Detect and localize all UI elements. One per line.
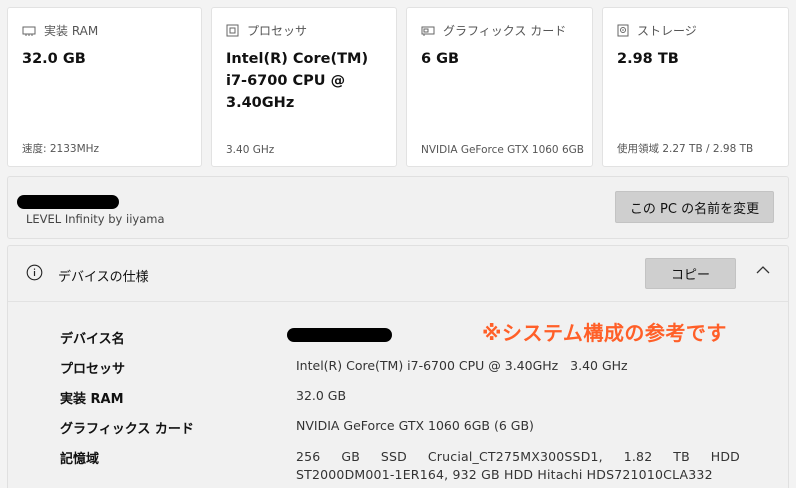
spec-label: デバイス名: [60, 332, 125, 347]
card-value: 32.0 GB: [22, 51, 86, 67]
storage-card: ストレージ 2.98 TB 使用領域 2.27 TB / 2.98 TB: [602, 7, 789, 167]
card-title: ストレージ: [637, 24, 697, 38]
spec-label: プロセッサ: [60, 362, 126, 377]
rename-pc-button[interactable]: この PC の名前を変更: [615, 191, 774, 223]
chevron-up-icon[interactable]: [756, 265, 770, 275]
card-title: 実装 RAM: [44, 24, 99, 38]
redacted-device-name: [287, 328, 392, 342]
spec-value: Intel(R) Core(TM) i7-6700 CPU @ 3.40GHz …: [296, 358, 628, 373]
pc-name-panel: LEVEL Infinity by iiyama この PC の名前を変更: [7, 176, 789, 239]
storage-line: ST2000DM001-1ER164, 932 GB HDD Hitachi H…: [296, 467, 713, 482]
spec-value: 256 GB SSD Crucial_CT275MX300SSD1, 1.82 …: [296, 448, 740, 484]
info-icon: [26, 264, 43, 281]
spec-value: NVIDIA GeForce GTX 1060 6GB (6 GB): [296, 418, 534, 433]
storage-line: 256 GB SSD Crucial_CT275MX300SSD1, 1.82 …: [296, 449, 740, 464]
storage-icon: [617, 24, 629, 37]
card-value: 6 GB: [421, 51, 460, 67]
annotation-note: ※システム構成の参考です: [482, 321, 727, 345]
copy-button[interactable]: コピー: [645, 258, 736, 289]
card-value: Intel(R) Core(TM) i7-6700 CPU @ 3.40GHz: [226, 51, 369, 111]
ram-card: 実装 RAM 32.0 GB 速度: 2133MHz: [7, 7, 202, 167]
pc-model: LEVEL Infinity by iiyama: [26, 212, 165, 226]
graphics-card-icon: [421, 26, 435, 36]
spec-label: グラフィックス カード: [60, 422, 194, 437]
device-specs-panel: デバイスの仕様 コピー ※システム構成の参考です デバイス名 プロセッサ Int…: [7, 245, 789, 488]
card-footer: 使用領域 2.27 TB / 2.98 TB: [617, 143, 754, 155]
device-specs-header[interactable]: デバイスの仕様 コピー: [8, 246, 788, 302]
spec-label: 記憶域: [60, 452, 100, 467]
card-footer: 速度: 2133MHz: [22, 143, 100, 155]
card-title: プロセッサ: [247, 24, 308, 38]
card-footer: 3.40 GHz: [226, 144, 275, 156]
redacted-pc-name: [17, 195, 119, 209]
processor-card: プロセッサ Intel(R) Core(TM) i7-6700 CPU @ 3.…: [211, 7, 397, 167]
processor-icon: [226, 24, 239, 37]
card-title: グラフィックス カード: [443, 24, 567, 38]
card-footer: NVIDIA GeForce GTX 1060 6GB: [421, 144, 584, 156]
spec-value: 32.0 GB: [296, 388, 347, 403]
graphics-card: グラフィックス カード 6 GB NVIDIA GeForce GTX 1060…: [406, 7, 593, 167]
memory-icon: [22, 26, 36, 36]
card-value: 2.98 TB: [617, 51, 679, 67]
device-specs-title: デバイスの仕様: [58, 270, 149, 285]
spec-label: 実装 RAM: [60, 392, 124, 407]
